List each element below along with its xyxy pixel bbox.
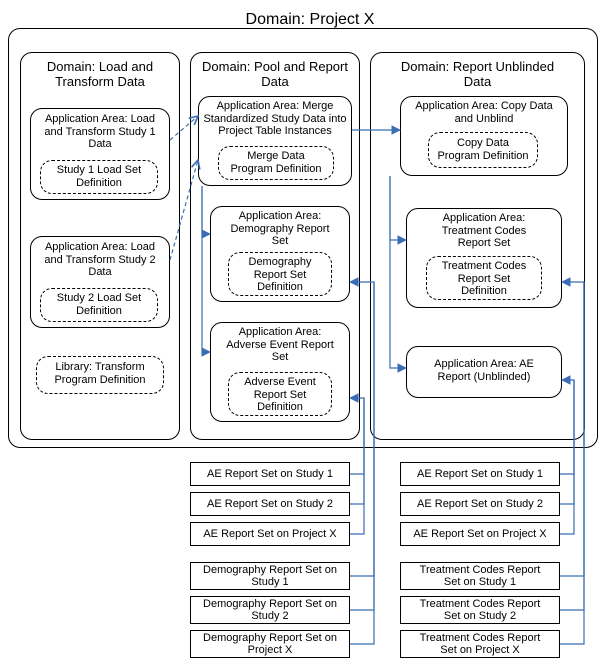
domain-load-title: Domain: Load and Transform Data (28, 60, 172, 90)
study2-loadset-def-label: Study 2 Load Set Definition (42, 292, 156, 317)
copy-data-def-label: Copy Data Program Definition (430, 137, 536, 162)
app-load-study2-title: Application Area: Load and Transform Stu… (34, 241, 166, 279)
app-load-study1-title: Application Area: Load and Transform Stu… (34, 113, 166, 151)
domain-pool-title: Domain: Pool and Report Data (196, 60, 354, 90)
report-left-2: AE Report Set on Project X (190, 522, 350, 546)
app-copy-title: Application Area: Copy Data and Unblind (404, 100, 564, 125)
domain-unblinded-title: Domain: Report Unblinded Data (376, 60, 579, 90)
report-left-3: Demography Report Set on Study 1 (190, 562, 350, 590)
app-ae-title: Application Area: Adverse Event Report S… (214, 326, 346, 364)
library-transform-def-label: Library: Transform Program Definition (38, 361, 162, 386)
ae-report-def-label: Adverse Event Report Set Definition (230, 376, 330, 414)
report-left-5: Demography Report Set on Project X (190, 630, 350, 658)
app-merge-title: Application Area: Merge Standardized Stu… (201, 100, 349, 138)
report-left-0: AE Report Set on Study 1 (190, 462, 350, 486)
app-ae-unblinded-title: Application Area: AE Report (Unblinded) (410, 358, 558, 383)
app-treatment-title: Application Area: Treatment Codes Report… (410, 212, 558, 250)
report-right-2: AE Report Set on Project X (400, 522, 560, 546)
report-right-3: Treatment Codes Report Set on Study 1 (400, 562, 560, 590)
report-right-4: Treatment Codes Report Set on Study 2 (400, 596, 560, 624)
app-demo-title: Application Area: Demography Report Set (214, 210, 346, 248)
study1-loadset-def-label: Study 1 Load Set Definition (42, 164, 156, 189)
merge-data-def-label: Merge Data Program Definition (220, 150, 332, 175)
report-right-1: AE Report Set on Study 2 (400, 492, 560, 516)
report-right-5: Treatment Codes Report Set on Project X (400, 630, 560, 658)
report-left-1: AE Report Set on Study 2 (190, 492, 350, 516)
report-left-4: Demography Report Set on Study 2 (190, 596, 350, 624)
treatment-report-def-label: Treatment Codes Report Set Definition (428, 260, 540, 298)
report-right-0: AE Report Set on Study 1 (400, 462, 560, 486)
diagram-root: Domain: Project X Domain: Load and Trans… (0, 0, 606, 664)
page-title: Domain: Project X (200, 11, 420, 29)
demo-report-def-label: Demography Report Set Definition (230, 256, 330, 294)
